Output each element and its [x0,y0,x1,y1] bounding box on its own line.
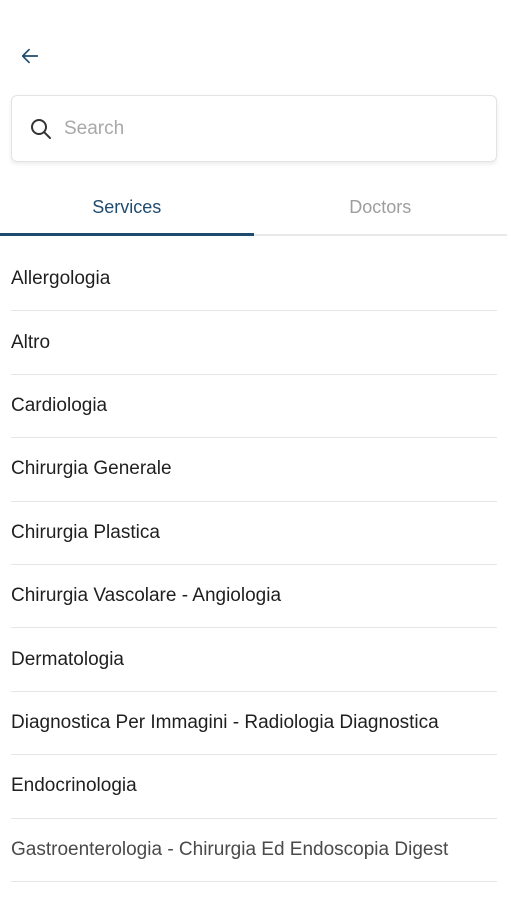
list-item[interactable]: Diagnostica Per Immagini - Radiologia Di… [11,692,497,756]
list-item[interactable]: Altro [11,311,497,375]
list-item[interactable]: Chirurgia Vascolare - Angiologia [11,565,497,629]
list-item[interactable]: Endocrinologia [11,755,497,819]
list-item[interactable]: Gastroenterologia - Chirurgia Ed Endosco… [11,819,497,882]
tab-services[interactable]: Services [0,180,254,236]
services-list: Allergologia Altro Cardiologia Chirurgia… [11,248,497,882]
arrow-left-icon [21,48,39,64]
search-icon [28,116,54,142]
list-item[interactable]: Cardiologia [11,375,497,439]
search-input[interactable] [64,117,464,140]
tab-doctors[interactable]: Doctors [254,180,507,234]
back-button[interactable] [14,40,46,72]
list-item[interactable]: Chirurgia Plastica [11,502,497,565]
list-item[interactable]: Allergologia [11,248,497,312]
list-item[interactable]: Chirurgia Generale [11,438,497,502]
list-item[interactable]: Dermatologia [11,628,497,692]
search-box[interactable] [11,95,497,162]
tab-bar: Services Doctors [0,180,507,236]
